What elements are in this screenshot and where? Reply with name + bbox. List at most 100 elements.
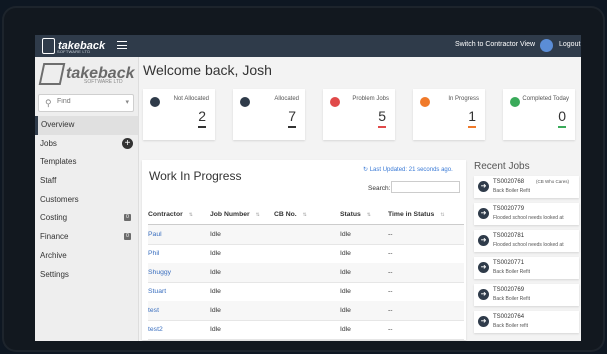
logo-mark-icon — [42, 38, 55, 54]
card-label: In Progress — [448, 96, 479, 102]
column-header-status[interactable]: Status ⇅ — [340, 211, 371, 218]
sidebar-nav: Overview Jobs + Templates Staff Customers… — [35, 116, 138, 284]
contractor-link[interactable]: Phil — [148, 250, 159, 257]
card-label: Not Allocated — [173, 96, 209, 102]
caret-down-icon[interactable]: ▾ — [125, 98, 129, 106]
card-underline — [288, 126, 296, 128]
contractor-link[interactable]: test — [148, 307, 159, 314]
sidebar-item-settings[interactable]: Settings — [35, 266, 138, 285]
card-in-progress[interactable]: In Progress 1 — [413, 89, 485, 140]
job-cell: Idle — [210, 326, 221, 333]
card-label: Completed Today — [522, 96, 569, 102]
column-header-cb-no[interactable]: CB No. ⇅ — [274, 211, 307, 218]
count-badge: 0 — [124, 233, 131, 241]
column-header-contractor[interactable]: Contractor ⇅ — [148, 211, 193, 218]
last-updated-link[interactable]: ↻ Last Updated: 21 seconds ago. — [363, 166, 453, 173]
status-cell: Idle — [340, 288, 351, 295]
job-number: TS0020771 — [493, 260, 525, 266]
status-cell: Idle — [340, 269, 351, 276]
panel-title: Work In Progress — [149, 169, 242, 183]
contractor-link[interactable]: Shuggy — [148, 269, 171, 276]
table-header: Contractor ⇅ Job Number ⇅ CB No. ⇅ Status ⇅ … — [148, 204, 464, 226]
find-field[interactable]: ⚲ ▾ — [38, 94, 134, 112]
job-cell: Idle — [210, 250, 221, 257]
contractor-link[interactable]: test2 — [148, 326, 163, 333]
job-number: TS0020768 — [493, 179, 525, 185]
card-label: Problem Jobs — [352, 96, 389, 102]
top-bar: takeback SOFTWARE LTD Switch to Contract… — [35, 35, 581, 57]
recent-job-item[interactable]: ➜ TS0020764 Back Boiler refit — [474, 311, 579, 333]
status-cell: Idle — [340, 250, 351, 257]
job-description: Back Boiler refit — [493, 323, 529, 329]
add-job-icon[interactable]: + — [122, 137, 133, 149]
recent-job-item[interactable]: ➜ TS0020779 Flooded school needs looked … — [474, 203, 579, 225]
sidebar-item-customers[interactable]: Customers — [35, 191, 138, 210]
table-row[interactable]: test2 Idle Idle -- — [148, 320, 464, 340]
page-title: Welcome back, Josh — [143, 62, 272, 78]
status-cell: Idle — [340, 326, 351, 333]
sidebar-item-costing[interactable]: Costing 0 — [35, 209, 138, 228]
sidebar-item-label: Settings — [40, 269, 69, 279]
sidebar-item-label: Staff — [40, 176, 57, 186]
card-label: Allocated — [274, 96, 299, 102]
sidebar-item-label: Costing — [40, 213, 68, 223]
arrow-right-icon: ➜ — [478, 289, 489, 300]
job-description: Back Boiler Refit — [493, 296, 530, 302]
sidebar-item-label: Jobs — [40, 138, 57, 148]
card-value: 7 — [288, 108, 296, 124]
sidebar-item-label: Templates — [40, 157, 77, 167]
table-row[interactable]: Shuggy Idle Idle -- — [148, 263, 464, 283]
table-row[interactable]: test Idle Idle -- — [148, 301, 464, 321]
work-in-progress-panel: Work In Progress ↻ Last Updated: 21 seco… — [142, 160, 466, 340]
status-cell: Idle — [340, 307, 351, 314]
app-screen: takeback SOFTWARE LTD Switch to Contract… — [35, 35, 581, 341]
sidebar-item-archive[interactable]: Archive — [35, 247, 138, 266]
contractor-link[interactable]: Paul — [148, 231, 162, 238]
menu-toggle-icon[interactable] — [117, 39, 127, 51]
table-row[interactable]: Phil Idle Idle -- — [148, 244, 464, 264]
sidebar-item-staff[interactable]: Staff — [35, 172, 138, 191]
contractor-link[interactable]: Stuart — [148, 288, 166, 295]
card-problem-jobs[interactable]: Problem Jobs 5 — [323, 89, 395, 140]
recent-job-item[interactable]: ➜ TS0020768 (CB Who Cares) Back Boiler R… — [474, 176, 579, 198]
job-description: Back Boiler Refit — [493, 269, 530, 275]
card-value: 5 — [378, 108, 386, 124]
job-description: Flooded school needs looked at — [493, 242, 564, 248]
recent-job-item[interactable]: ➜ TS0020781 Flooded school needs looked … — [474, 230, 579, 252]
recent-jobs-title: Recent Jobs — [474, 161, 530, 172]
job-cell: Idle — [210, 307, 221, 314]
card-allocated[interactable]: Allocated 7 — [233, 89, 305, 140]
card-value: 0 — [558, 108, 566, 124]
job-number: TS0020781 — [493, 233, 525, 239]
time-cell: -- — [388, 269, 393, 276]
logout-link[interactable]: Logout — [559, 41, 580, 48]
job-cell: Idle — [210, 269, 221, 276]
search-input[interactable] — [391, 181, 460, 193]
card-underline — [198, 126, 206, 128]
topbar-logo-sub: SOFTWARE LTD — [57, 49, 91, 54]
last-updated-text: Last Updated: 21 seconds ago. — [369, 167, 453, 173]
sidebar-item-finance[interactable]: Finance 0 — [35, 228, 138, 247]
sidebar-item-overview[interactable]: Overview — [35, 116, 138, 135]
table-row[interactable]: Paul Idle Idle -- — [148, 225, 464, 245]
card-not-allocated[interactable]: Not Allocated 2 — [143, 89, 215, 140]
job-number: TS0020779 — [493, 206, 525, 212]
logo-mark-icon — [38, 63, 66, 85]
recent-job-item[interactable]: ➜ TS0020769 Back Boiler Refit — [474, 284, 579, 306]
card-underline — [468, 126, 476, 128]
sidebar-item-jobs[interactable]: Jobs + — [35, 135, 138, 154]
card-underline — [558, 126, 566, 128]
switch-view-link[interactable]: Switch to Contractor View — [455, 41, 535, 48]
card-completed-today[interactable]: Completed Today 0 — [503, 89, 575, 140]
table-row[interactable]: Stuart Idle Idle -- — [148, 282, 464, 302]
time-cell: -- — [388, 307, 393, 314]
column-header-job-number[interactable]: Job Number ⇅ — [210, 211, 260, 218]
time-cell: -- — [388, 231, 393, 238]
sidebar-item-templates[interactable]: Templates — [35, 153, 138, 172]
recent-job-item[interactable]: ➜ TS0020771 Back Boiler Refit — [474, 257, 579, 279]
main-content: Welcome back, Josh Not Allocated 2 Alloc… — [139, 57, 581, 341]
column-header-time-in-status[interactable]: Time in Status ⇅ — [388, 211, 445, 218]
find-input[interactable] — [57, 98, 115, 105]
job-description: Flooded school needs looked at — [493, 215, 564, 221]
avatar[interactable] — [540, 39, 553, 52]
